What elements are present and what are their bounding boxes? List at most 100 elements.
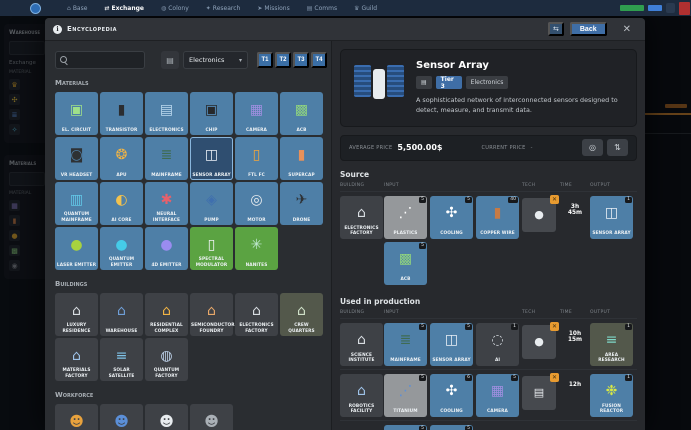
tile-vr-headset[interactable]: ◙VR Headset [55,137,98,180]
tile-area-research[interactable]: ≡Area Research1 [590,323,633,366]
source-section-header: Source [340,170,637,179]
tile-science-institute[interactable]: ⌂Science Institute [340,323,383,366]
nav-item-exchange[interactable]: ⇄Exchange [104,5,144,12]
tech-tile[interactable]: ▤✕ [522,376,556,410]
column-header-time: Time [560,183,590,188]
tile-pump[interactable]: ◈Pump [190,182,233,225]
tile-technician[interactable]: ☻Technician [100,404,143,430]
price-buttons: ◎ ⇅ [582,139,628,156]
tile-spectral-modulator[interactable]: ▯Spectral Modulator [190,227,233,270]
sensor-array-icon: ◫ [445,333,458,347]
browser-controls: ▤ Electronics ▾ T1T2T3T4 [55,51,327,69]
tile-luxury-residence[interactable]: ⌂Luxury Residence [55,293,98,336]
tile-camera[interactable]: ▦Camera5 [476,374,519,417]
tile-4d-emitter[interactable]: ●4D Emitter [145,227,188,270]
count-badge: 5 [419,243,426,249]
category-filter-button[interactable]: ▤ [161,51,179,69]
close-button[interactable]: ✕ [617,23,637,36]
chart-button[interactable]: ⇅ [607,139,628,156]
tech-tile[interactable]: ●✕ [522,198,556,232]
tile-crew-quarters[interactable]: ⌂Crew Quarters [280,293,323,336]
tile-electronics-factory[interactable]: ⌂Electronics Factory [340,196,383,239]
tile-supercap[interactable]: ▮SuperCap [280,137,323,180]
tile-sensor-array[interactable]: ◫Sensor Array5 [430,323,473,366]
fusion-reactor-icon: ❉ [606,384,618,398]
tile-quantum-factory[interactable]: ◍Quantum Factory [145,338,188,381]
category-dropdown[interactable]: Electronics ▾ [183,51,248,69]
cooling-icon: ✣ [446,384,458,398]
tile-ai[interactable]: ◌AI1 [476,323,519,366]
time-cell: 12h [560,374,590,388]
tile-chip[interactable]: ▣Chip [190,92,233,135]
search-input[interactable] [69,56,143,65]
tile-engineer[interactable]: ☻Engineer [145,404,188,430]
tile-robotics-facility[interactable]: ⌂Robotics Facility [340,374,383,417]
nav-item-label: Exchange [111,5,143,12]
tile-item[interactable]: ✱5 [430,425,473,430]
tile-camera[interactable]: ▦Camera [235,92,278,135]
tile-electronics[interactable]: ▤Electronics [145,92,188,135]
tile-warehouse[interactable]: ⌂Warehouse [100,293,143,336]
tile-sensor-array[interactable]: ◫Sensor Array1 [590,196,633,239]
nav-item-base[interactable]: ⌂Base [67,5,87,12]
tile-scientist[interactable]: ☻Scientist [190,404,233,430]
tile-quantum-mainframe[interactable]: ▥Quantum Mainframe [55,182,98,225]
app-logo[interactable] [30,3,41,14]
tile-cooling[interactable]: ✣Cooling5 [430,196,473,239]
tile-el-circuit[interactable]: ▣El. Circuit [55,92,98,135]
nav-item-guild[interactable]: ♛Guild [354,5,377,12]
tile-item[interactable]: ▬5 [384,425,427,430]
tile-transistor[interactable]: ▮Transistor [100,92,143,135]
tile-mainframe[interactable]: ≣Mainframe5 [384,323,427,366]
tier-button-t3[interactable]: T3 [293,52,309,68]
tile-fusion-reactor[interactable]: ❉Fusion Reactor1 [590,374,633,417]
nav-item-colony[interactable]: ◍Colony [161,5,189,12]
tile-label: Drone [281,218,322,223]
copper-wire-icon: ▮ [494,206,502,220]
tile-acb[interactable]: ▩ACB [280,92,323,135]
tile-nanites[interactable]: ✳Nanites [235,227,278,270]
tile-semiconductor-foundry[interactable]: ⌂Semiconductor Foundry [190,293,233,336]
tile-cooling[interactable]: ✣Cooling6 [430,374,473,417]
tile-label: Electronics Factory [341,226,382,237]
current-price-value: - [531,145,533,151]
nav-item-missions[interactable]: ➤Missions [257,5,289,12]
tile-laser-emitter[interactable]: ●Laser Emitter [55,227,98,270]
tile-ftl-fc[interactable]: ▯FTL FC [235,137,278,180]
tech-tile[interactable]: ●✕ [522,325,556,359]
tile-copper-wire[interactable]: ▮Copper Wire40 [476,196,519,239]
tile-motor[interactable]: ◎Motor [235,182,278,225]
tile-residential-complex[interactable]: ⌂Residential Complex [145,293,188,336]
back-button[interactable]: Back [570,22,607,36]
count-badge: 5 [465,426,472,430]
tile-sensor-array[interactable]: ◫Sensor Array [190,137,233,180]
solar-satellite-icon: ≡ [116,349,128,363]
tile-neural-interface[interactable]: ✱Neural Interface [145,182,188,225]
tier-button-t4[interactable]: T4 [311,52,327,68]
nav-item-research[interactable]: ✦Research [206,5,241,12]
tile-plastics[interactable]: ⋰Plastics5 [384,196,427,239]
tile-drone[interactable]: ✈Drone [280,182,323,225]
nav-item-comms[interactable]: ▤Comms [307,5,337,12]
compare-button[interactable]: ⇆ [548,22,564,36]
tile-titanium[interactable]: ⋰Titanium5 [384,374,427,417]
tile-electronics-factory[interactable]: ⌂Electronics Factory [235,293,278,336]
tile-quantum-emitter[interactable]: ●Quantum Emitter [100,227,143,270]
notifications-icon[interactable] [666,3,675,13]
tile-solar-satellite[interactable]: ≡Solar Satellite [100,338,143,381]
tile-materials-factory[interactable]: ⌂Materials Factory [55,338,98,381]
coin-button[interactable]: ◎ [582,139,603,156]
count-badge: 1 [625,197,632,203]
ai-icon: ◌ [491,333,503,347]
tier-button-t2[interactable]: T2 [275,52,291,68]
tile-apu[interactable]: ❂APU [100,137,143,180]
tile-mainframe[interactable]: ≣Mainframe [145,137,188,180]
tile-worker[interactable]: ☻Worker [55,404,98,430]
tier-button-t1[interactable]: T1 [257,52,273,68]
category-selected-value: Electronics [189,56,224,64]
tile-acb[interactable]: ▩ACB5 [384,242,427,285]
search-box[interactable] [55,51,145,69]
count-badge: 5 [465,324,472,330]
profile-icon[interactable] [679,2,690,15]
tile-ai-core[interactable]: ◐AI Core [100,182,143,225]
